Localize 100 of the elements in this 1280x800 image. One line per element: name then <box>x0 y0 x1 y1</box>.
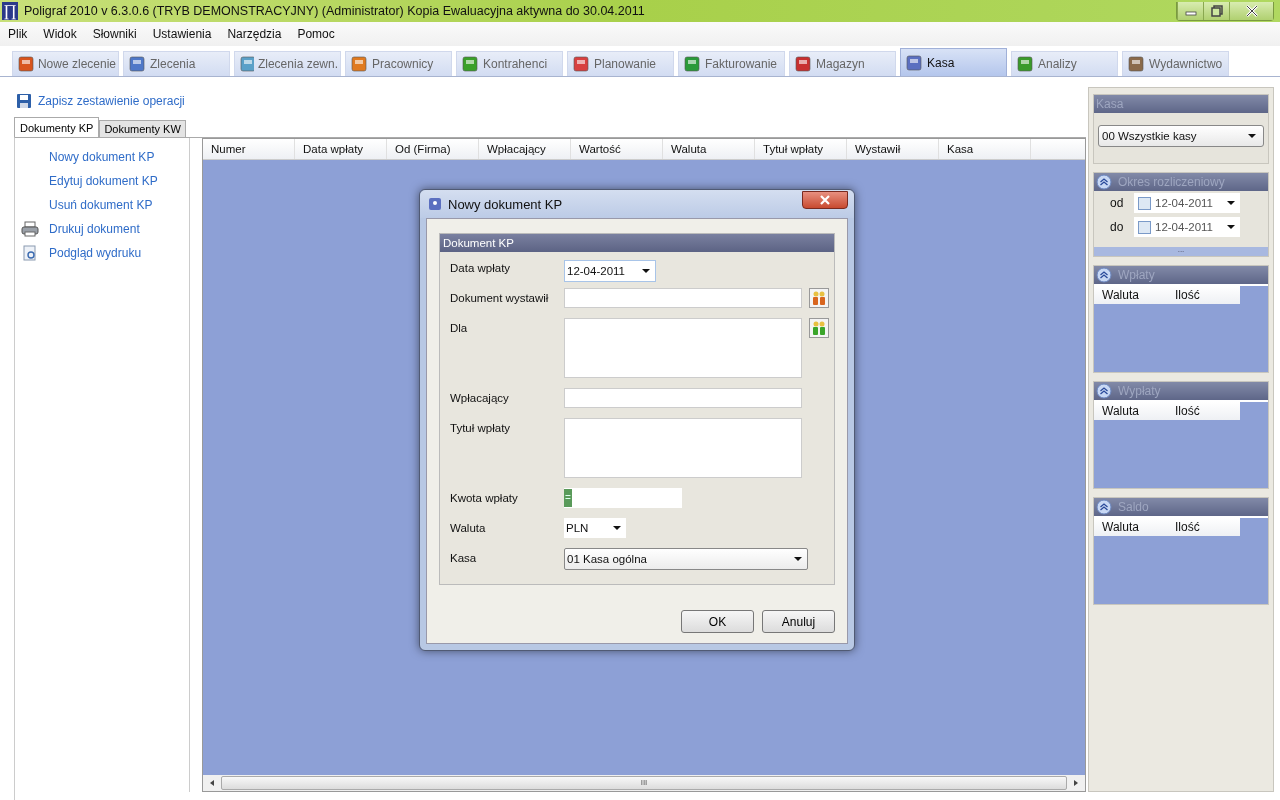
window-title: Poligraf 2010 v 6.3.0.6 (TRYB DEMONSTRACYJNY) (Administrator) Kopia Ewaluacyjna aktywna do 30.04.2011 <box>24 4 646 18</box>
caret-icon <box>793 556 803 562</box>
field-label: Wpłacający <box>450 391 510 404</box>
people-picker-button[interactable] <box>809 288 829 308</box>
column-header[interactable]: Waluta <box>1094 402 1167 420</box>
module-tab[interactable]: Zlecenia <box>123 51 230 76</box>
date-picker[interactable]: 12-04-2011 <box>1134 193 1240 213</box>
column-header[interactable]: Waluta <box>1094 518 1167 536</box>
date-field[interactable]: 12-04-2011 <box>564 260 656 282</box>
module-icon <box>128 55 146 73</box>
field-label: Kasa <box>450 551 478 564</box>
action-link[interactable]: Nowy dokument KP <box>49 150 155 164</box>
action-link[interactable]: Podgląd wydruku <box>49 246 142 260</box>
field-label: Kwota wpłaty <box>450 491 519 504</box>
column-header[interactable]: Wartość <box>571 139 663 159</box>
action-link[interactable]: Usuń dokument KP <box>49 198 153 212</box>
column-header[interactable]: Wystawił <box>847 139 939 159</box>
column-header[interactable]: Tytuł wpłaty <box>755 139 847 159</box>
restore-icon <box>1210 4 1223 17</box>
collapse-icon[interactable] <box>1096 383 1112 399</box>
module-tab[interactable]: Kasa <box>900 48 1007 76</box>
caret-icon <box>1247 133 1257 139</box>
field-label: Dla <box>450 321 469 334</box>
printer-icon <box>21 221 39 237</box>
document-tab[interactable]: Dokumenty KW <box>99 120 186 138</box>
module-icon <box>1127 55 1145 73</box>
column-header[interactable]: Od (Firma) <box>387 139 479 159</box>
caret-icon <box>641 268 651 274</box>
module-tab[interactable]: Nowe zlecenie <box>12 51 119 76</box>
module-tab[interactable]: Pracownicy <box>345 51 452 76</box>
column-header[interactable]: Waluta <box>663 139 755 159</box>
menu-item[interactable]: Pomoc <box>289 27 343 41</box>
module-icon <box>239 55 254 73</box>
field-label: Tytuł wpłaty <box>450 421 512 434</box>
print-preview-icon <box>21 245 39 261</box>
input-field[interactable] <box>564 288 802 308</box>
dialog-button[interactable]: Anuluj <box>762 610 835 633</box>
caret-icon <box>612 525 622 531</box>
close-button[interactable] <box>802 191 848 209</box>
module-icon <box>905 53 923 72</box>
module-icon <box>17 55 34 73</box>
module-tab[interactable]: Magazyn <box>789 51 896 76</box>
document-tab[interactable]: Dokumenty KP <box>14 117 100 138</box>
column-header[interactable]: Numer <box>203 139 295 159</box>
caret-icon <box>1226 200 1236 206</box>
module-icon <box>794 55 812 73</box>
cash-register-icon <box>428 197 442 211</box>
section-title: Wypłaty <box>1118 384 1161 398</box>
currency-dropdown[interactable]: PLN <box>564 518 626 538</box>
module-tab[interactable]: Zlecenia zewn. <box>234 51 341 76</box>
save-summary-link[interactable]: Zapisz zestawienie operacji <box>38 94 185 108</box>
column-header[interactable]: Wpłacający <box>479 139 571 159</box>
close-icon <box>819 195 831 205</box>
action-link[interactable]: Edytuj dokument KP <box>49 174 158 188</box>
cash-register-dropdown[interactable]: 00 Wszystkie kasy <box>1098 125 1264 147</box>
field-label: Data wpłaty <box>450 261 512 274</box>
period-label: do <box>1110 220 1124 234</box>
module-icon <box>350 55 368 73</box>
module-icon <box>461 55 479 73</box>
module-tab[interactable]: Wydawnictwo <box>1122 51 1229 76</box>
menu-item[interactable]: Plik <box>0 27 36 41</box>
menu-item[interactable]: Ustawienia <box>144 27 220 41</box>
app-logo: ∏ <box>2 2 18 20</box>
module-icon <box>572 55 590 73</box>
people-picker-button[interactable] <box>809 318 829 338</box>
cash-register-dropdown[interactable]: 01 Kasa ogólna <box>564 548 808 570</box>
column-header[interactable]: Ilość <box>1167 518 1240 536</box>
column-header[interactable]: Ilość <box>1167 402 1240 420</box>
restore-button[interactable] <box>1203 1 1229 20</box>
column-header[interactable]: Waluta <box>1094 286 1167 304</box>
period-label: od <box>1110 196 1124 210</box>
dialog-title: Nowy dokument KP <box>448 196 564 212</box>
collapse-icon[interactable] <box>1096 499 1112 515</box>
field-label: Waluta <box>450 521 487 534</box>
caret-icon <box>1226 224 1236 230</box>
column-header[interactable]: Kasa <box>939 139 1031 159</box>
module-tab[interactable]: Fakturowanie <box>678 51 785 76</box>
dialog-button[interactable]: OK <box>681 610 754 633</box>
collapse-icon[interactable] <box>1096 267 1112 283</box>
collapse-icon[interactable] <box>1096 174 1112 190</box>
menu-item[interactable]: Widok <box>35 27 85 41</box>
field-label: Dokument wystawił <box>450 291 550 304</box>
horizontal-scrollbar[interactable]: III <box>203 775 1085 791</box>
date-picker[interactable]: 12-04-2011 <box>1134 217 1240 237</box>
group-title: Dokument KP <box>440 234 834 252</box>
module-tab[interactable]: Kontrahenci <box>456 51 563 76</box>
module-icon <box>683 55 701 73</box>
module-tab[interactable]: Analizy <box>1011 51 1118 76</box>
scroll-thumb[interactable]: III <box>221 776 1067 790</box>
resize-grip[interactable]: ... <box>1094 247 1268 256</box>
action-link[interactable]: Drukuj dokument <box>49 222 140 236</box>
module-icon <box>1016 55 1034 73</box>
menu-item[interactable]: Narzędzia <box>219 27 290 41</box>
menu-item[interactable]: Słowniki <box>84 27 145 41</box>
column-header[interactable]: Ilość <box>1167 286 1240 304</box>
close-button[interactable] <box>1229 1 1273 20</box>
module-tab[interactable]: Planowanie <box>567 51 674 76</box>
input-field[interactable] <box>564 388 802 408</box>
close-icon <box>1244 4 1259 17</box>
column-header[interactable]: Data wpłaty <box>295 139 387 159</box>
